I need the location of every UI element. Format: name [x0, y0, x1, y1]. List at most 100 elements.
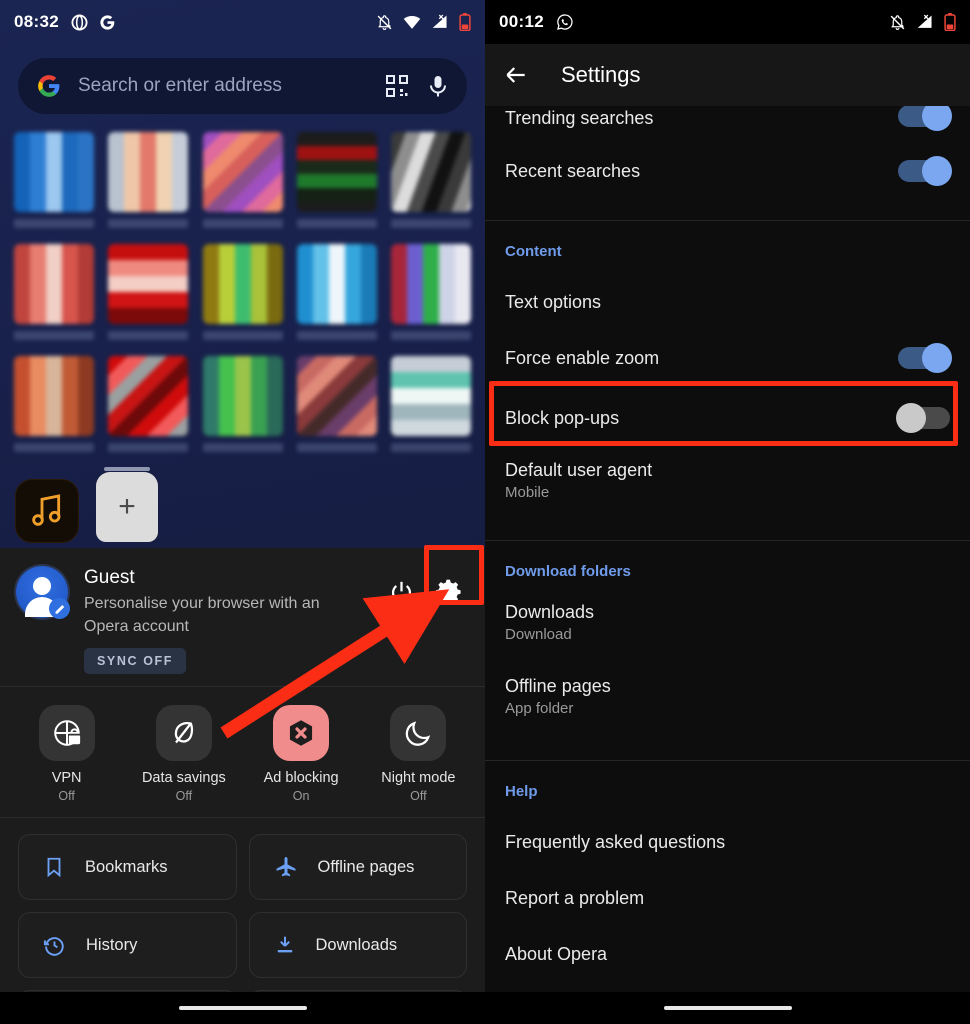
setting-row-trending-searches[interactable]: Trending searches: [485, 106, 970, 140]
speed-dial-tile[interactable]: [14, 132, 94, 228]
status-badge[interactable]: SYNC OFF: [84, 648, 186, 675]
google-icon: [38, 75, 60, 97]
feature-state: On: [292, 789, 310, 804]
speed-dial-tile[interactable]: [202, 244, 283, 340]
setting-row-faq[interactable]: Frequently asked questions: [485, 814, 970, 870]
avatar: [16, 566, 70, 619]
toggle-recent-searches[interactable]: [898, 156, 952, 186]
music-app-icon[interactable]: [16, 480, 78, 542]
notifications-off-icon: [377, 14, 392, 30]
qr-scanner-icon[interactable]: [385, 74, 409, 98]
speed-dial-tile[interactable]: [296, 356, 377, 452]
toggle-force-enable-zoom[interactable]: [898, 343, 952, 373]
settings-button[interactable]: [427, 570, 471, 614]
feature-ad-blocking[interactable]: Ad blocking On: [243, 705, 360, 803]
setting-title: Default user agent: [505, 460, 653, 480]
menu-item-bookmarks[interactable]: Bookmarks: [18, 834, 237, 901]
pencil-glyph: [55, 604, 64, 614]
feature-vpn[interactable]: VPN Off: [8, 705, 125, 803]
signal-no-service-icon: [432, 14, 447, 28]
back-arrow-icon[interactable]: [503, 62, 529, 88]
feature-label: Night mode: [381, 770, 456, 787]
setting-text: Default user agent Mobile: [505, 460, 950, 501]
speed-dial-tile[interactable]: [202, 356, 283, 452]
history-clock-icon: [43, 937, 64, 956]
avatar-head: [33, 577, 51, 595]
gear-icon: [435, 579, 461, 605]
setting-row-recent-searches[interactable]: Recent searches: [485, 140, 970, 202]
status-time: 00:12: [499, 12, 544, 31]
signal-no-service-icon: [917, 14, 932, 28]
speed-dial-tile[interactable]: [391, 356, 471, 452]
toggle-knob: [922, 343, 952, 373]
new-tab-button[interactable]: +: [96, 467, 158, 542]
toggle-trending-searches[interactable]: [898, 106, 952, 131]
setting-title: Offline pages: [505, 676, 611, 696]
settings-app-bar: Settings: [485, 44, 970, 106]
setting-row-block-pop-ups[interactable]: Block pop-ups: [485, 386, 970, 450]
status-left-icons: [556, 13, 574, 31]
setting-text: Report a problem: [505, 888, 950, 909]
settings-panel: 00:12 Settings Trending searches Recent …: [485, 0, 970, 1024]
microphone-icon[interactable]: [427, 74, 449, 98]
profile-section[interactable]: Guest Personalise your browser with an O…: [0, 548, 485, 675]
speed-dial-tile[interactable]: [296, 244, 377, 340]
setting-row-downloads[interactable]: Downloads Download: [485, 594, 970, 668]
moon-icon: [406, 721, 431, 747]
page-title: Settings: [561, 62, 641, 87]
speed-dial-tile[interactable]: [14, 244, 94, 340]
setting-row-offline-pages[interactable]: Offline pages App folder: [485, 668, 970, 742]
setting-title: Frequently asked questions: [505, 831, 726, 852]
setting-text: About Opera: [505, 944, 950, 965]
google-icon: [100, 14, 115, 30]
power-button[interactable]: [379, 570, 423, 614]
address-search-bar[interactable]: Search or enter address: [18, 58, 467, 114]
profile-description: Personalise your browser with an Opera a…: [84, 595, 320, 636]
power-icon: [391, 581, 411, 602]
speed-dial-tile[interactable]: [391, 132, 471, 228]
setting-title: About Opera: [505, 943, 608, 964]
feature-night-mode[interactable]: Night mode Off: [360, 705, 477, 803]
toggle-block-pop-ups[interactable]: [896, 403, 950, 433]
search-input-placeholder[interactable]: Search or enter address: [78, 75, 385, 97]
setting-row-about-opera[interactable]: About Opera: [485, 926, 970, 982]
speed-dial-tile[interactable]: [14, 356, 94, 452]
setting-title: Force enable zoom: [505, 347, 660, 368]
menu-item-offline-pages[interactable]: Offline pages: [248, 834, 467, 901]
setting-subtitle: Download: [505, 626, 572, 643]
speed-dial-tile[interactable]: [108, 244, 189, 340]
setting-text: Block pop-ups: [505, 408, 898, 429]
setting-text: Force enable zoom: [505, 348, 898, 369]
section-header-help: Help: [505, 783, 538, 800]
feature-label: VPN: [51, 770, 82, 787]
speed-dial-tile[interactable]: [296, 132, 377, 228]
pencil-icon[interactable]: [49, 598, 70, 619]
home-gesture-pill[interactable]: [663, 1006, 792, 1010]
setting-row-force-enable-zoom[interactable]: Force enable zoom: [485, 330, 970, 386]
search-actions: [385, 74, 449, 98]
leaf-icon: [174, 722, 193, 744]
setting-row-default-user-agent[interactable]: Default user agent Mobile: [485, 450, 970, 522]
vpn-globe-lock-icon: [53, 720, 81, 747]
section-header-content: Content: [505, 243, 562, 260]
setting-row-text-options[interactable]: Text options: [485, 274, 970, 330]
speed-dial-tile[interactable]: [391, 244, 471, 340]
speed-dial-tile[interactable]: [108, 132, 189, 228]
setting-row-report-a-problem[interactable]: Report a problem: [485, 870, 970, 926]
home-gesture-pill[interactable]: [178, 1006, 307, 1010]
setting-subtitle: App folder: [505, 700, 574, 717]
setting-title: Downloads: [505, 602, 595, 622]
speed-dial-tile[interactable]: [202, 132, 283, 228]
setting-title: Report a problem: [505, 887, 645, 908]
profile-actions: [379, 570, 471, 614]
speed-dial-tile[interactable]: [108, 356, 189, 452]
feature-data-savings[interactable]: Data savings Off: [125, 705, 242, 803]
menu-item-downloads[interactable]: Downloads: [248, 912, 467, 979]
setting-title: Text options: [505, 291, 602, 312]
setting-text: Trending searches: [505, 108, 898, 129]
speed-dial-row: [14, 356, 471, 452]
menu-item-history[interactable]: History: [18, 912, 237, 979]
